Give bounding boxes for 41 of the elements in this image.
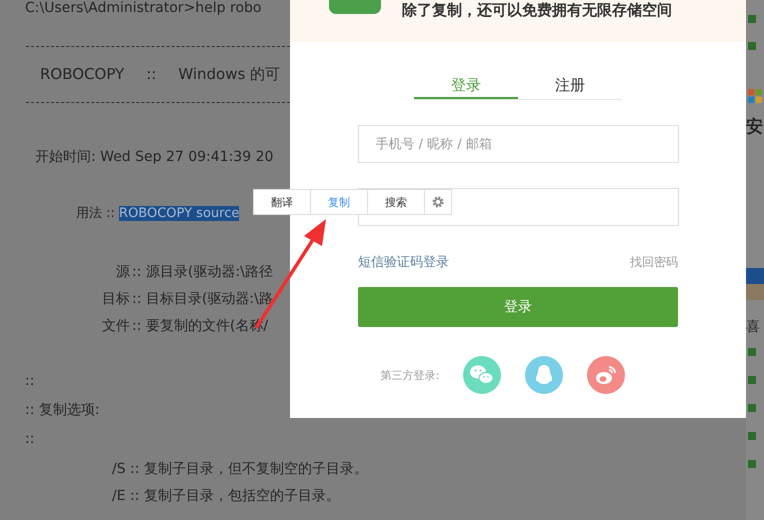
ad-banner: [746, 284, 764, 300]
settings-icon[interactable]: [431, 195, 445, 209]
banner-text: ::: [146, 64, 156, 84]
parameter-label: 目标: [101, 290, 131, 309]
tab[interactable]: 注册: [518, 73, 622, 99]
promo-text: 除了复制，还可以免费拥有无限存储空间: [402, 1, 672, 20]
bullet-icon: [748, 432, 756, 440]
comment-text: ::: [24, 372, 36, 391]
parameter-description: :: 源目录(驱动器:\路径: [132, 263, 273, 282]
banner-text: ROBOCOPY: [40, 64, 124, 84]
parameter-label: 源: [115, 263, 131, 282]
third-party-label: 第三方登录:: [380, 368, 440, 382]
login-button[interactable]: 登录: [358, 287, 678, 327]
parameter-label: 文件: [101, 317, 131, 336]
comment-text: :: 复制选项:: [24, 401, 101, 420]
account-field[interactable]: 手机号 / 昵称 / 邮箱: [358, 125, 678, 163]
eye-with-signal-icon[interactable]: [587, 356, 626, 394]
bullet-icon: [748, 42, 756, 50]
ad-heading: 安: [746, 116, 763, 138]
tab[interactable]: 登录: [414, 73, 518, 99]
bullet-icon: [748, 15, 756, 23]
ad-banner: [746, 268, 764, 284]
window-logo-icon: [748, 89, 762, 103]
parameter-description: :: 目标目录(驱动器:\路: [132, 290, 273, 309]
bullet-icon: [748, 460, 756, 468]
command-line-text: C:\Users\Administrator>help robo: [24, 0, 262, 18]
selected-text: ROBOCOPY source: [119, 206, 240, 221]
bullet-icon: [748, 376, 756, 384]
penguin-icon[interactable]: [525, 356, 564, 394]
bullet-icon: [748, 348, 756, 356]
option-text: /E :: 复制子目录，包括空的子目录。: [111, 487, 340, 506]
chat-bubbles-icon[interactable]: [463, 356, 502, 394]
section-heading: 喜: [746, 318, 760, 336]
usage-label: 用法 ::: [76, 206, 115, 221]
forgot-password-link[interactable]: 找回密码: [630, 254, 678, 270]
sms-login-link[interactable]: 短信验证码登录: [358, 253, 449, 271]
comment-text: ::: [24, 430, 36, 449]
bullet-icon: [748, 404, 756, 412]
banner-text: Windows 的可: [178, 64, 280, 84]
option-text: /S :: 复制子目录，但不复制空的子目录。: [111, 460, 368, 479]
start-time-text: 开始时间: Wed Sep 27 09:41:39 20: [34, 148, 274, 167]
